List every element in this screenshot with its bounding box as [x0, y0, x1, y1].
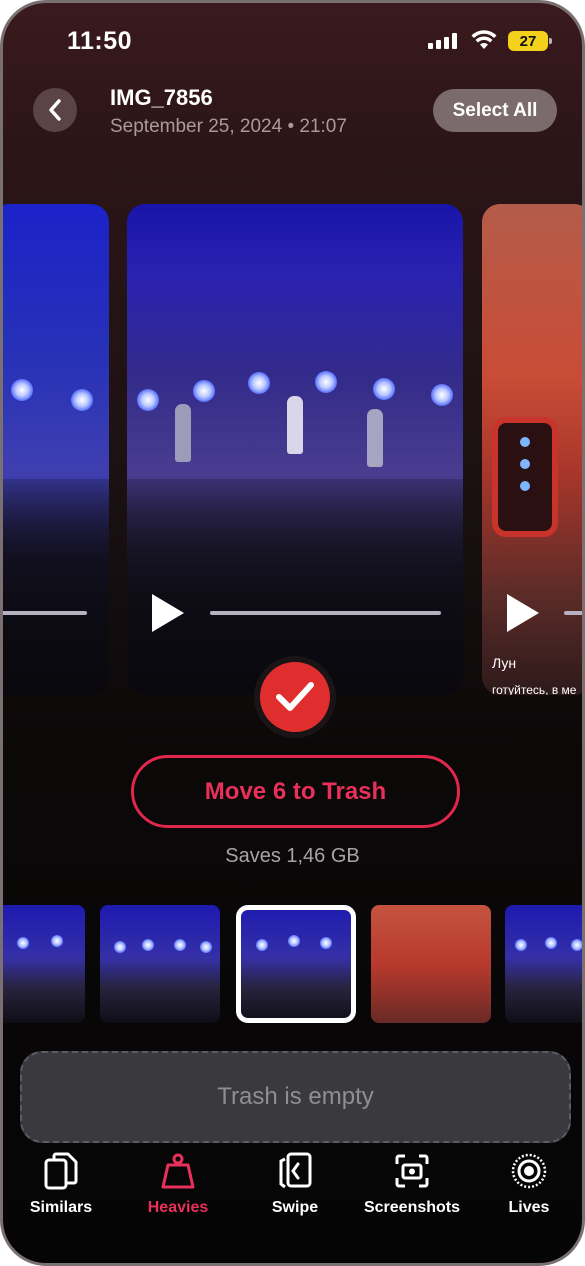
stage-light-decor [71, 389, 93, 411]
photo-card-current[interactable] [127, 204, 463, 695]
stage-light-decor [515, 939, 527, 951]
stage-light-decor [431, 384, 453, 406]
video-progress-bar[interactable] [564, 611, 582, 615]
phone-decor [492, 417, 558, 537]
phone-screen: 11:50 27 IMG_7856 September 25, 2024 • 2… [0, 0, 585, 1266]
video-caption: готуйтесь, в ме [492, 683, 577, 695]
tab-label: Lives [508, 1199, 550, 1216]
chevron-left-icon [49, 99, 61, 121]
stage-light-decor [17, 937, 29, 949]
stage-light-decor [200, 941, 212, 953]
select-all-button[interactable]: Select All [433, 89, 557, 132]
tab-similars[interactable]: Similars [6, 1151, 116, 1226]
stage-light-decor [11, 379, 33, 401]
tab-screenshots[interactable]: Screenshots [357, 1151, 467, 1226]
video-progress-bar[interactable] [3, 611, 87, 615]
tab-label: Screenshots [363, 1199, 461, 1216]
video-caption: Лун [492, 655, 517, 671]
stage-light-decor [288, 935, 300, 947]
wifi-icon [471, 30, 497, 49]
photo-card-previous[interactable] [3, 204, 109, 695]
performer-decor [367, 409, 383, 467]
stage-light-decor [320, 937, 332, 949]
stage-light-decor [315, 371, 337, 393]
heavies-icon [158, 1151, 198, 1191]
light-dot-decor [520, 437, 530, 447]
stage-light-decor [114, 941, 126, 953]
play-icon[interactable] [149, 592, 187, 634]
stage-light-decor [545, 937, 557, 949]
crowd-decor [3, 478, 109, 695]
page-title: IMG_7856 [110, 85, 213, 110]
battery-indicator: 27 [508, 31, 552, 51]
checkmark-circle [260, 662, 330, 732]
thumbnail[interactable] [371, 905, 491, 1023]
tab-label: Similars [29, 1199, 93, 1216]
stage-light-decor [51, 935, 63, 947]
status-bar: 11:50 27 [3, 3, 582, 75]
similars-icon [41, 1151, 81, 1191]
stage-light-decor [142, 939, 154, 951]
light-dot-decor [520, 459, 530, 469]
video-progress-bar[interactable] [210, 611, 441, 615]
lives-icon [509, 1151, 549, 1191]
signal-icon [428, 33, 457, 49]
status-time: 11:50 [67, 27, 133, 55]
performer-decor [287, 396, 303, 454]
saves-size-text: Saves 1,46 GB [225, 845, 360, 867]
stage-light-decor [571, 939, 582, 951]
screenshots-icon [392, 1151, 432, 1191]
swipe-icon [275, 1151, 315, 1191]
tab-swipe[interactable]: Swipe [240, 1151, 350, 1226]
tab-heavies[interactable]: Heavies [123, 1151, 233, 1226]
stage-light-decor [174, 939, 186, 951]
play-icon[interactable] [504, 592, 542, 634]
performer-decor [175, 404, 191, 462]
thumbnail[interactable] [100, 905, 220, 1023]
stage-light-decor [248, 372, 270, 394]
tab-label: Heavies [147, 1199, 209, 1216]
thumbnail[interactable] [3, 905, 85, 1023]
photo-card-next[interactable]: Лун готуйтесь, в ме [482, 204, 582, 695]
tab-label: Swipe [271, 1199, 319, 1216]
tab-lives[interactable]: Lives [474, 1151, 582, 1226]
thumbnail[interactable] [505, 905, 582, 1023]
thumbnail-selected[interactable] [236, 905, 356, 1023]
stage-light-decor [137, 389, 159, 411]
checkmark-icon [276, 682, 314, 711]
stage-light-decor [193, 380, 215, 402]
move-to-trash-button[interactable]: Move 6 to Trash [131, 755, 460, 828]
stage-light-decor [256, 939, 268, 951]
trash-drop-zone[interactable]: Trash is empty [20, 1051, 571, 1143]
page-subtitle: September 25, 2024 • 21:07 [110, 116, 347, 137]
back-button[interactable] [33, 88, 77, 132]
stage-light-decor [373, 378, 395, 400]
light-dot-decor [520, 481, 530, 491]
selected-check-badge[interactable] [254, 656, 336, 738]
